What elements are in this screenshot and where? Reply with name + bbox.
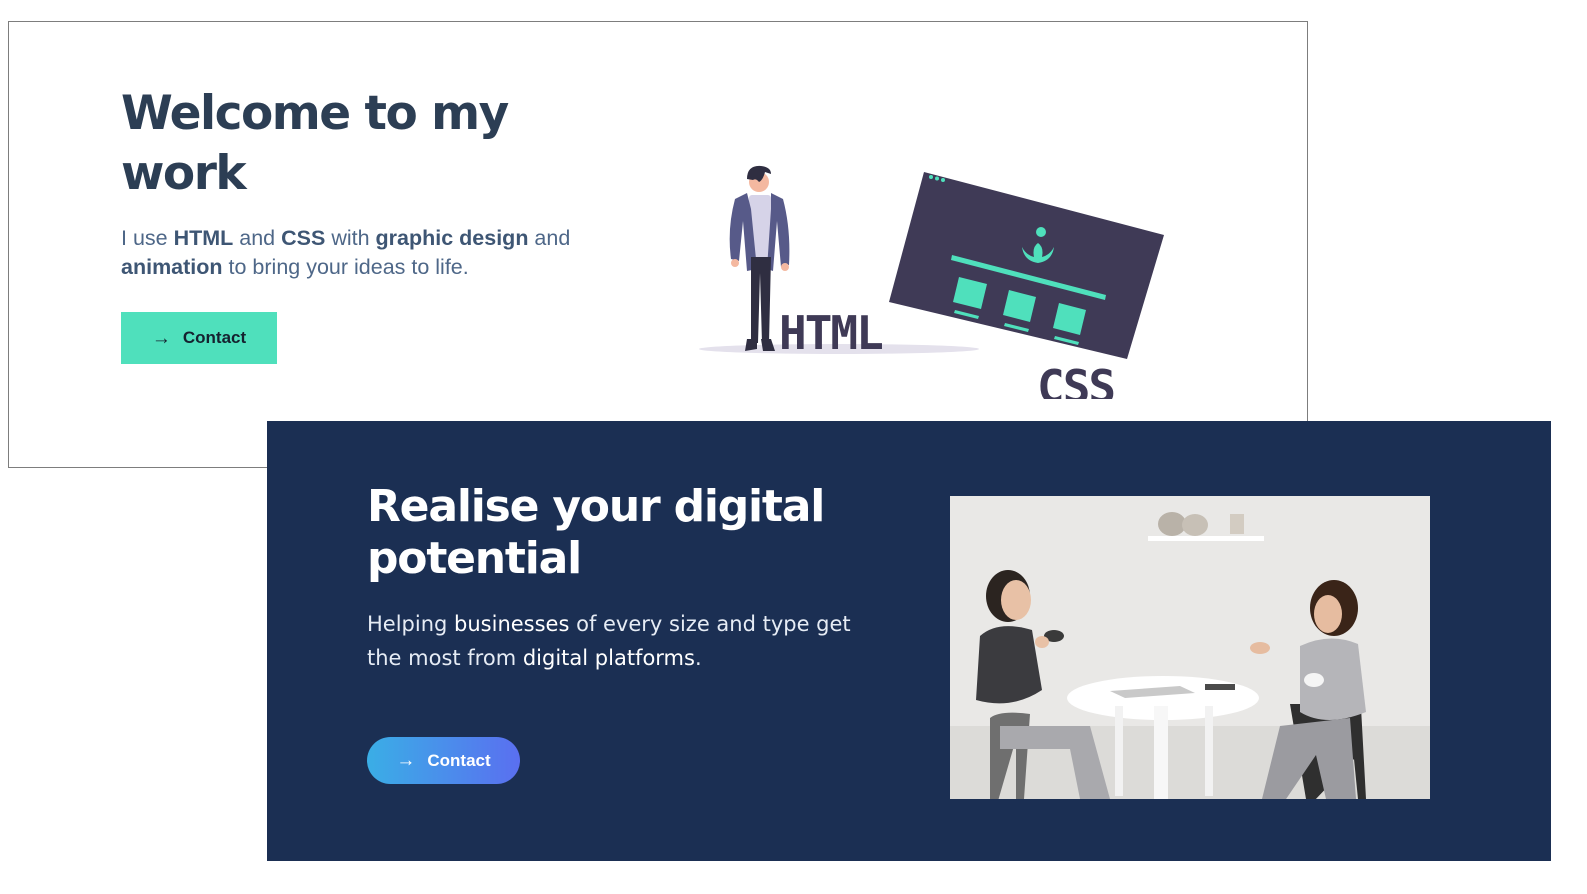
web-design-illustration: HTML CSS [699, 165, 1164, 399]
desc-text: to bring your ideas to life. [222, 255, 469, 279]
arrow-right-icon: → [151, 327, 171, 349]
contact-button-label: Contact [427, 750, 491, 770]
desc-text: and [528, 226, 571, 250]
contact-button-label: Contact [182, 328, 247, 347]
desc-text: . [694, 646, 702, 670]
hero-card-light: Welcome to my work I use HTML and CSS wi… [8, 21, 1308, 468]
arrow-right-icon: → [396, 750, 416, 771]
desc-text: Helping [367, 612, 455, 636]
browser-window-illustration [889, 172, 1164, 359]
shelf [1148, 536, 1264, 541]
desc-text: I use [121, 226, 174, 250]
hero-description: I use HTML and CSS with graphic design a… [121, 224, 591, 282]
desc-highlight-css: CSS [281, 226, 326, 250]
desc-highlight-digital-platforms: digital platforms [522, 646, 695, 670]
desc-text: with [325, 226, 376, 250]
meeting-photo [950, 496, 1430, 799]
hero-title: Welcome to my work [121, 86, 509, 201]
desc-text: and [233, 226, 282, 250]
html-lettering: HTML [779, 306, 882, 360]
desc-highlight-businesses: businesses [454, 612, 570, 636]
hero-description: Helping businesses of every size and typ… [367, 607, 867, 675]
contact-button[interactable]: → Contact [121, 312, 277, 364]
hero-title: Realise your digital potential [367, 481, 825, 584]
contact-button[interactable]: → Contact [367, 737, 520, 784]
desc-highlight-html: HTML [173, 226, 234, 250]
hero-card-dark: Realise your digital potential Helping b… [267, 421, 1551, 861]
desc-highlight-animation: animation [121, 255, 223, 279]
css-lettering: CSS [1037, 360, 1114, 399]
desc-highlight-graphic-design: graphic design [375, 226, 529, 250]
